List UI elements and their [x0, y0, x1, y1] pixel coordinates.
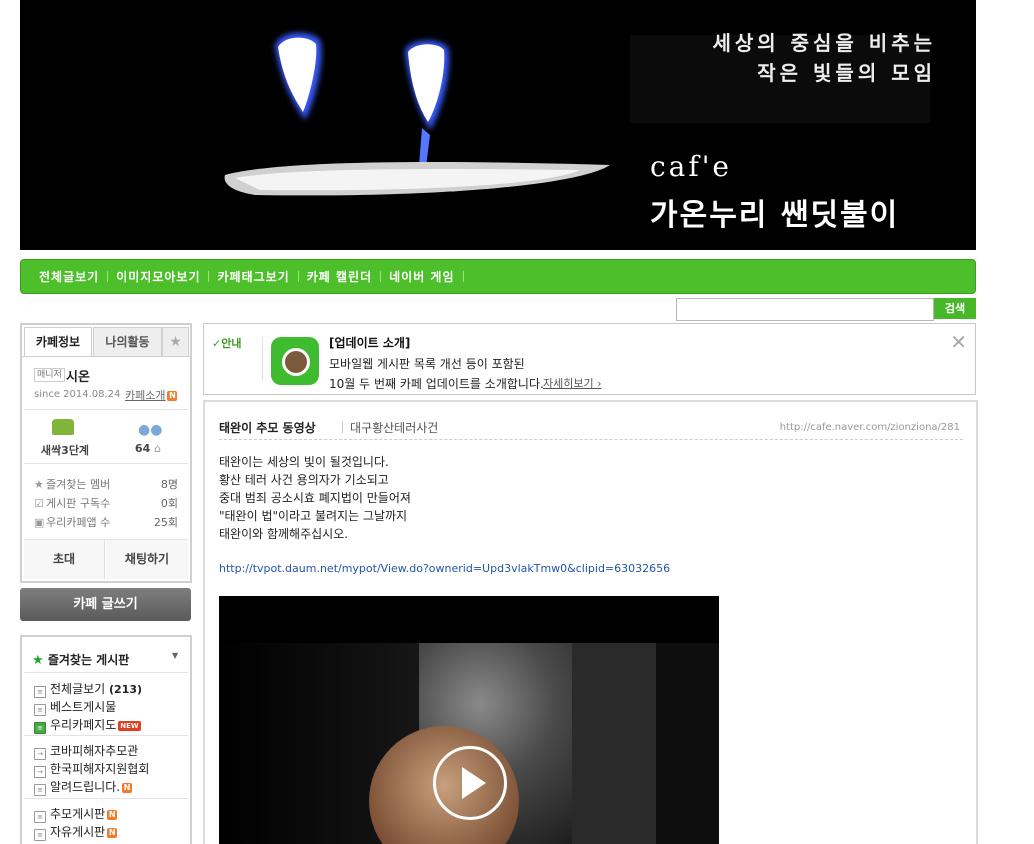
article-text-line: "태완이 법"이라고 불려지는 그날까지 [219, 509, 408, 523]
notice-divider [262, 337, 263, 381]
banner-cafe-name: 가온누리 쌘딧불이 [650, 198, 900, 233]
since-date: since 2014.08.24 [34, 389, 121, 400]
divider [24, 409, 188, 410]
close-icon[interactable]: ✕ [950, 332, 967, 352]
tab-cafe-info[interactable]: 카페정보 [24, 327, 92, 356]
search-button[interactable]: 검색 [934, 298, 976, 319]
checkbox-icon: ☑ [34, 497, 44, 510]
article-text-line: 태완이는 세상의 빛이 될것입니다. [219, 455, 389, 469]
notice-line: 10월 두 번째 카페 업데이트를 소개합니다. [329, 377, 544, 391]
board-icon: ≡ [34, 829, 46, 841]
play-icon[interactable] [433, 746, 507, 820]
stat-favorite-members: ★ 즐겨찾는 멤버 8명 [34, 478, 178, 491]
article-title: 태완이 추모 동영상 [219, 421, 316, 435]
menu-item-all-posts[interactable]: 전체글보기 [31, 268, 107, 285]
new-badge: N [107, 809, 118, 820]
chat-button[interactable]: 채팅하기 [106, 540, 188, 579]
notice-title[interactable]: [업데이트 소개] [329, 334, 410, 351]
favorite-boards-title[interactable]: ★ 즐겨찾는 게시판 [32, 651, 129, 668]
menu-item-naver-game[interactable]: 네이버 게임 [381, 268, 462, 285]
board-item-announcements[interactable]: ≡ 알려드립니다. N [34, 778, 133, 796]
manager-name[interactable]: 시온 [66, 366, 90, 385]
search-input[interactable] [676, 298, 934, 321]
board-item-memorial[interactable]: ≡ 추모게시판 N [34, 805, 118, 823]
tab-my-activity[interactable]: 나의활동 [93, 327, 162, 357]
chevron-down-icon[interactable]: ▼ [172, 651, 178, 660]
update-notice: ✓안내 [업데이트 소개] 모바일웹 게시판 목록 개선 등이 포함된 10월 … [203, 323, 976, 395]
board-icon: ≡ [34, 811, 46, 823]
new-badge: NEW [118, 720, 141, 731]
menu-item-image-view[interactable]: 이미지모아보기 [108, 268, 208, 285]
lock-icon: ⌂ [154, 442, 162, 455]
board-item-all-posts[interactable]: ≡ 전체글보기 (213) [34, 680, 142, 698]
sprout-level-icon [52, 419, 74, 435]
banner-tagline: 세상의 중심을 비추는 작은 빛들의 모임 [712, 31, 936, 85]
cafe-intro-link[interactable]: 카페소개 N [125, 387, 178, 403]
favorite-boards-panel: ★ 즐겨찾는 게시판 ▼ ≡ 전체글보기 (213) ≡ 베스트게시물 ≡ 우리카페지… [20, 635, 192, 844]
menu-item-tag-view[interactable]: 카페태그보기 [209, 268, 297, 285]
embedded-video-player[interactable] [219, 596, 719, 844]
star-icon: ★ [34, 478, 44, 491]
board-icon: ≡ [34, 784, 46, 796]
top-menu-bar: 전체글보기 이미지모아보기 카페태그보기 카페 캘린더 네이버 게임 [20, 259, 976, 294]
menu-separator [462, 271, 464, 282]
divider [24, 735, 188, 736]
cafe-write-button[interactable]: 카페 글쓰기 [20, 588, 191, 621]
star-icon: ★ [32, 653, 44, 668]
link-board-icon: → [34, 748, 46, 760]
star-icon[interactable]: ★ [162, 327, 189, 357]
notice-line: 모바일웹 게시판 목록 개선 등이 포함된 [329, 357, 525, 371]
article-text-line: 태완이와 함께해주십시오. [219, 527, 349, 541]
board-icon: ≡ [34, 704, 46, 716]
banner-cafe-word: caf'e [650, 150, 733, 183]
member-count[interactable]: 64 ⌂ [126, 442, 170, 455]
new-badge: N [122, 782, 133, 793]
article-url[interactable]: http://cafe.naver.com/zionziona/281 [780, 422, 960, 433]
cafe-app-icon[interactable] [271, 337, 319, 385]
cafe-info-panel: 카페정보 나의활동 ★ 매니저 시온 since 2014.08.24 카페소개… [20, 323, 192, 583]
notice-more-link[interactable]: 자세히보기 › [543, 375, 602, 391]
invite-button[interactable]: 초대 [24, 540, 104, 579]
phone-icon: ▣ [34, 516, 45, 529]
button-divider [104, 540, 105, 579]
article-view: 태완이 추모 동영상 대구황산테러사건 http://cafe.naver.co… [203, 400, 978, 844]
board-icon: ≡ [34, 686, 46, 698]
level-label[interactable]: 새싹3단계 [36, 442, 94, 458]
stat-board-subscriptions: ☑ 게시판 구독수 0회 [34, 497, 178, 510]
manager-badge: 매니저 [34, 368, 65, 382]
map-icon: ≡ [34, 722, 46, 734]
tabs-divider [22, 356, 190, 357]
notice-label: ✓안내 [212, 337, 242, 350]
divider [24, 798, 188, 799]
title-underline [219, 439, 963, 440]
board-item-memorial-hall[interactable]: → 코바피해자추모관 [34, 742, 138, 760]
board-item-best[interactable]: ≡ 베스트게시물 [34, 698, 116, 716]
board-item-cafe-map[interactable]: ≡ 우리카페지도 NEW [34, 716, 141, 734]
article-text-line: 황산 테러 사건 용의자가 기소되고 [219, 473, 389, 487]
new-badge: N [107, 827, 118, 838]
cafe-banner[interactable]: 세상의 중심을 비추는 작은 빛들의 모임 caf'e 가온누리 쌘딧불이 [20, 0, 976, 250]
new-badge: N [167, 391, 178, 401]
board-item-victim-support[interactable]: → 한국피해자지원협회 [34, 760, 149, 778]
divider [24, 463, 188, 464]
article-text-line: 중대 범죄 공소시효 폐지법이 만들어져 [219, 491, 411, 505]
menu-item-calendar[interactable]: 카페 캘린더 [299, 268, 380, 285]
board-item-free[interactable]: ≡ 자유게시판 N [34, 823, 118, 841]
members-icon: ●● [138, 422, 163, 438]
link-board-icon: → [34, 766, 46, 778]
article-board-link[interactable]: 대구황산테러사건 [350, 419, 438, 436]
video-link[interactable]: http://tvpot.daum.net/mypot/View.do?owne… [219, 562, 670, 575]
stat-app-count: ▣ 우리카페앱 수 25회 [34, 516, 178, 529]
divider [24, 672, 188, 673]
title-separator [342, 421, 343, 433]
